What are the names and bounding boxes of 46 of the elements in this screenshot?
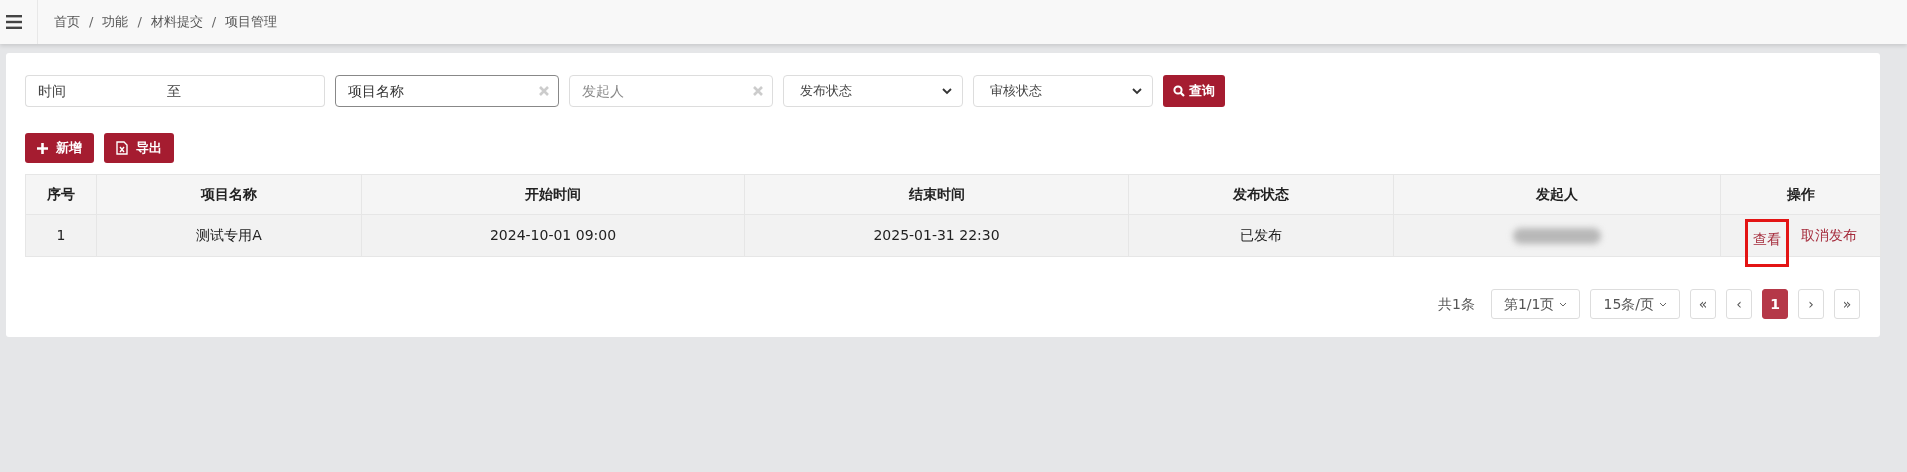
- search-icon: [1173, 85, 1185, 97]
- project-name-field[interactable]: 项目名称: [335, 75, 559, 107]
- previous-page-button[interactable]: ‹: [1726, 289, 1752, 319]
- spreadsheet-file-icon: [116, 141, 128, 155]
- page-dropdown[interactable]: 第1/1页: [1490, 289, 1581, 319]
- breadcrumb-link[interactable]: 材料提交: [150, 12, 203, 32]
- page-size-dropdown[interactable]: 15条/页: [1590, 289, 1680, 319]
- column-header: 发起人: [1393, 174, 1721, 215]
- breadcrumb-current: 项目管理: [225, 13, 278, 32]
- view-link[interactable]: 查看: [1744, 218, 1789, 267]
- page-button[interactable]: 1: [1762, 289, 1788, 319]
- initiator-field[interactable]: 发起人: [569, 75, 773, 107]
- table-cell: 测试专用A: [96, 214, 362, 257]
- table-cell: 2024-10-01 09:00: [361, 214, 745, 257]
- breadcrumb-separator: /: [89, 13, 94, 32]
- status-dropdown[interactable]: 审核状态: [973, 75, 1153, 107]
- next-page-button[interactable]: ›: [1798, 289, 1824, 319]
- column-header: 项目名称: [96, 174, 362, 215]
- table-cell: 1: [25, 214, 97, 257]
- last-page-button[interactable]: »: [1834, 289, 1860, 319]
- search-button[interactable]: 查询: [1163, 75, 1225, 107]
- first-page-button[interactable]: «: [1690, 289, 1716, 319]
- breadcrumb-link[interactable]: 功能: [102, 12, 129, 32]
- column-header: 结束时间: [744, 174, 1129, 215]
- column-header: 序号: [25, 174, 97, 215]
- chevron-icon: [942, 87, 952, 95]
- column-header: 开始时间: [361, 174, 745, 215]
- status-dropdown[interactable]: 发布状态: [783, 75, 963, 107]
- chevron-icon: [1132, 87, 1142, 95]
- clear-icon[interactable]: [539, 86, 549, 96]
- menu-icon: [6, 15, 22, 29]
- clear-icon[interactable]: [753, 86, 763, 96]
- breadcrumb-separator: /: [137, 13, 142, 32]
- add-button[interactable]: 新增: [25, 133, 94, 163]
- table-cell: 已发布: [1128, 214, 1394, 257]
- column-header: 操作: [1720, 174, 1881, 215]
- plus-icon: [37, 142, 48, 154]
- breadcrumb-separator: /: [211, 13, 217, 32]
- table-cell: 2025-01-31 22:30: [744, 214, 1129, 257]
- chevron-icon: [1659, 301, 1667, 307]
- total-count: 共1条: [1438, 294, 1475, 314]
- chevron-icon: [1559, 301, 1568, 307]
- column-header: 发布状态: [1128, 174, 1394, 215]
- export-button[interactable]: 导出: [104, 133, 174, 163]
- unpublish-link[interactable]: 取消发布: [1800, 225, 1857, 246]
- breadcrumb-link[interactable]: 首页: [54, 12, 80, 32]
